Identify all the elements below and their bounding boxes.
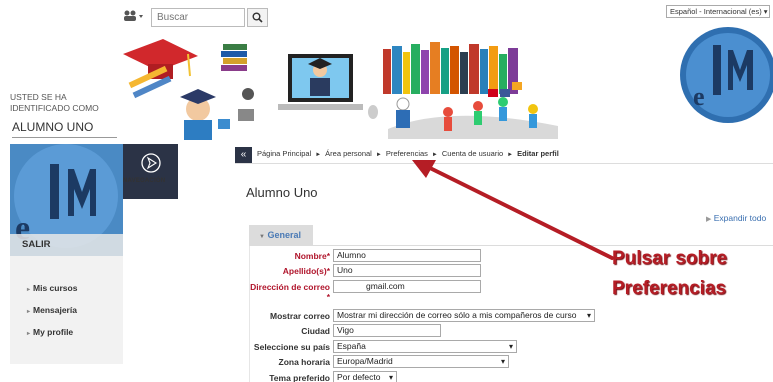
general-section-label: General: [267, 230, 301, 240]
search-icon: [252, 12, 263, 23]
annotation-text-line2: Preferencias: [612, 278, 727, 299]
breadcrumb-separator: ►: [431, 152, 438, 158]
breadcrumb-separator: ►: [507, 152, 514, 158]
breadcrumb-separator: ►: [315, 152, 322, 158]
breadcrumb-editar-perfil: Editar perfil: [517, 149, 559, 158]
ciudad-label: Ciudad: [301, 326, 330, 336]
expand-triangle-icon: ▶: [706, 216, 712, 223]
expand-all-link[interactable]: ▶ Expandir todo: [706, 213, 766, 223]
tema-preferido-label: Tema preferido: [269, 373, 330, 382]
required-mark: *: [326, 266, 330, 276]
collapse-blocks-button[interactable]: «: [235, 147, 252, 163]
user-name[interactable]: ALUMNO UNO: [12, 120, 93, 134]
side-item-my-profile[interactable]: My profile: [27, 327, 77, 349]
compass-icon: [140, 153, 161, 173]
apellidos-label-text: Apellido(s): [282, 266, 327, 276]
pais-select[interactable]: España: [333, 340, 517, 353]
navigation-tile[interactable]: NAVEGACIÓN: [123, 144, 178, 199]
banner-illustration: [123, 39, 558, 140]
annotation-text-line1: Pulsar sobre: [612, 248, 728, 269]
apellidos-input[interactable]: Uno: [333, 264, 481, 277]
tema-preferido-select[interactable]: Por defecto: [333, 371, 397, 382]
general-section-toggle[interactable]: ▼ General: [249, 225, 313, 245]
nombre-label-text: Nombre: [294, 251, 327, 261]
language-value: Español - Internacional (es): [670, 7, 762, 16]
pais-label: Seleccione su país: [253, 342, 330, 352]
page-heading: Alumno Uno: [246, 185, 318, 200]
email-label: Dirección de correo: [250, 282, 330, 292]
svg-text:e: e: [693, 82, 705, 111]
breadcrumb: Página Principal ► Área personal ► Preferenc…: [257, 149, 559, 158]
people-icon[interactable]: [122, 9, 144, 25]
zona-horaria-label: Zona horaria: [278, 357, 330, 367]
language-select[interactable]: Español - Internacional (es) ▾: [666, 5, 770, 18]
ciudad-input[interactable]: Vigo: [333, 324, 441, 337]
elm-logo: e: [680, 27, 773, 123]
legend-divider: [249, 245, 773, 246]
breadcrumb-cuenta-usuario[interactable]: Cuenta de usuario: [442, 149, 503, 158]
mostrar-correo-label: Mostrar correo: [270, 311, 330, 321]
nombre-input[interactable]: Alumno: [333, 249, 481, 262]
side-item-mis-cursos[interactable]: Mis cursos: [27, 283, 77, 305]
required-mark: *: [326, 292, 330, 302]
divider: [12, 137, 117, 138]
zona-horaria-select[interactable]: Europa/Madrid: [333, 355, 509, 368]
mostrar-correo-select[interactable]: Mostrar mi dirección de correo sólo a mi…: [333, 309, 595, 322]
breadcrumb-area-personal[interactable]: Área personal: [325, 149, 372, 158]
side-menu: Mis cursos Mensajería My profile: [27, 283, 77, 349]
nombre-label: Nombre*: [250, 251, 330, 261]
side-item-mensajeria[interactable]: Mensajería: [27, 305, 77, 327]
email-input[interactable]: gmail.com: [333, 280, 481, 293]
search-input[interactable]: [151, 8, 245, 27]
logout-link[interactable]: SALIR: [22, 239, 51, 250]
identified-as-text: USTED SE HA IDENTIFICADO COMO: [10, 92, 99, 113]
collapse-triangle-icon: ▼: [259, 234, 265, 240]
required-mark: *: [326, 251, 330, 261]
search-button[interactable]: [247, 8, 268, 27]
breadcrumb-separator: ►: [375, 152, 382, 158]
breadcrumb-preferencias[interactable]: Preferencias: [386, 149, 428, 158]
expand-all-label: Expandir todo: [713, 213, 767, 223]
apellidos-label: Apellido(s)*: [250, 266, 330, 276]
breadcrumb-divider: [235, 163, 773, 164]
navigation-label: NAVEGACIÓN: [123, 178, 166, 184]
breadcrumb-home[interactable]: Página Principal: [257, 149, 311, 158]
